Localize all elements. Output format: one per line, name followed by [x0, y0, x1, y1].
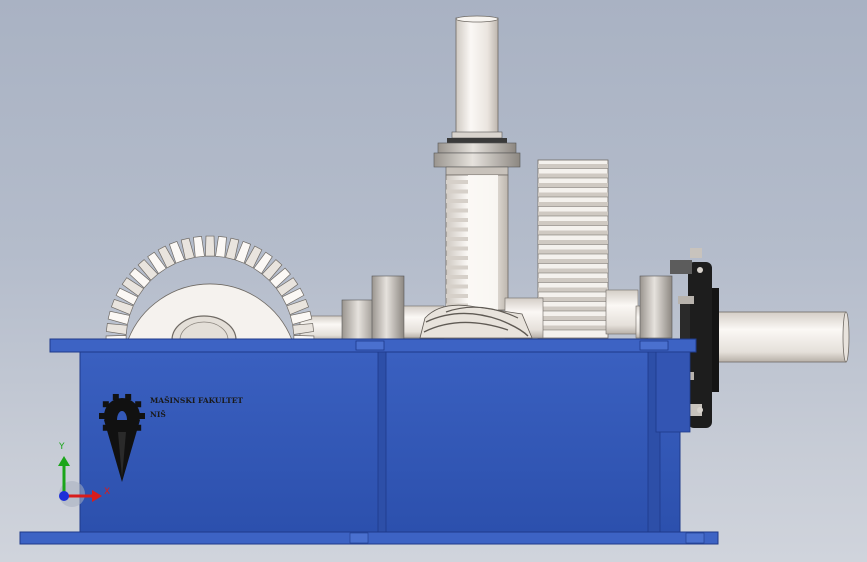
logo-cog-tooth: [125, 393, 132, 400]
shaft-stripe: [446, 246, 468, 251]
shaft-stripe: [446, 256, 468, 260]
spur-gear-tooth: [538, 249, 608, 254]
shaft-stripe: [446, 284, 468, 289]
spur-gear-tooth: [538, 325, 608, 330]
triad-x-label: X: [104, 487, 111, 497]
spur-gear-tooth: [538, 287, 608, 292]
bevel-gear-tooth: [105, 323, 128, 335]
bevel-gear-tooth: [205, 235, 215, 257]
logo-cog-tooth: [112, 393, 119, 400]
shaft-stripe: [446, 180, 468, 184]
spur-gear-tooth: [538, 316, 608, 321]
spur-gear-tooth: [538, 268, 608, 273]
logo-cog-tooth: [102, 401, 109, 408]
shaft-stripe: [446, 275, 468, 279]
spur-gear-tooth: [538, 173, 608, 178]
spur-gear-tooth: [538, 240, 608, 245]
bevel-gear[interactable]: [105, 235, 315, 345]
spur-gear-tooth: [538, 202, 608, 207]
shaft-stripe: [446, 227, 468, 232]
cad-graphics-viewport[interactable]: MAŠINSKI FAKULTET NIŠ Y X: [0, 0, 867, 562]
shaft-stripe: [446, 294, 468, 298]
gearbox-model[interactable]: [0, 0, 867, 562]
spur-gear-tooth: [538, 259, 608, 264]
spur-gear-tooth: [538, 183, 608, 188]
shaft-stripe: [446, 189, 468, 194]
logo-cog-tooth: [139, 413, 145, 419]
spur-gear-tooth: [538, 278, 608, 283]
logo-cog-tooth: [135, 401, 142, 408]
spur-gear-tooth: [538, 297, 608, 302]
shaft-stripe: [446, 208, 468, 213]
shaft-stripe: [446, 218, 468, 222]
spur-gear-tooth: [538, 211, 608, 216]
spur-gear-tooth: [538, 164, 608, 169]
spur-gear-tooth: [538, 306, 608, 311]
spur-gear-tooth: [538, 221, 608, 226]
spur-gear-tooth: [538, 230, 608, 235]
logo-cog-tooth: [99, 413, 105, 419]
logo-text-line1: MAŠINSKI FAKULTET: [150, 396, 243, 405]
logo-text-line2: NIŠ: [150, 410, 166, 419]
shaft-stripe: [446, 265, 468, 270]
shaft-stripe: [446, 237, 468, 241]
bevel-gear-tooth: [193, 235, 205, 258]
bevel-gear-tooth: [215, 235, 227, 258]
triad-y-label: Y: [59, 442, 65, 452]
shaft-stripe: [446, 199, 468, 203]
output-shaft[interactable]: [715, 311, 850, 363]
vertical-worm-shaft[interactable]: [433, 15, 521, 315]
spur-gear[interactable]: [537, 159, 639, 339]
spur-gear-tooth: [538, 192, 608, 197]
